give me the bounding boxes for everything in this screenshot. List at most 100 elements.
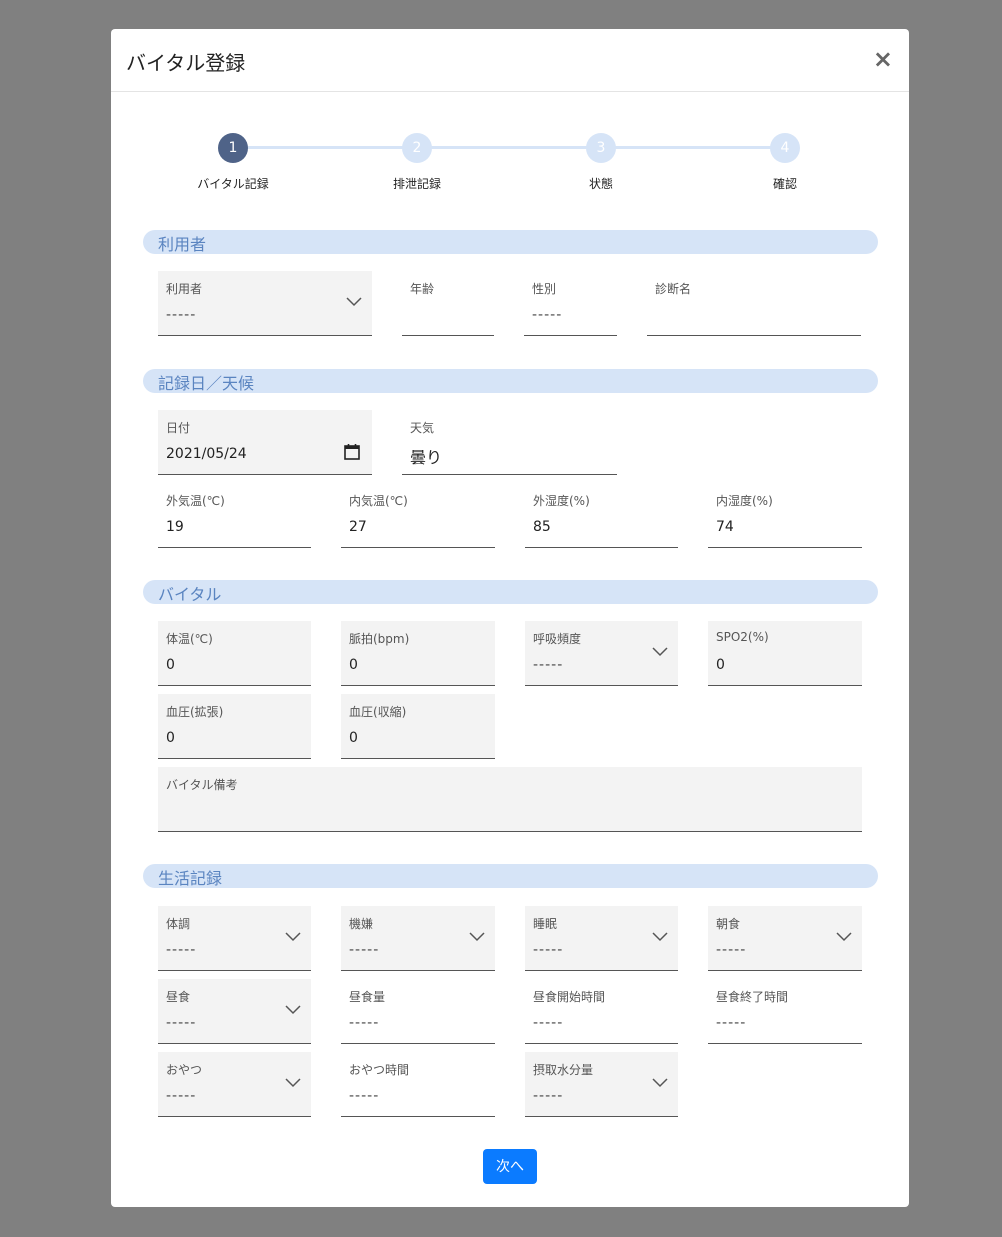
user-select[interactable]: 利用者 ----- xyxy=(158,271,372,336)
section-header-user: 利用者 xyxy=(143,230,878,254)
outside-humidity-input[interactable]: 外湿度(%) 85 xyxy=(525,483,678,548)
section-header-life: 生活記録 xyxy=(143,864,878,888)
section-title: 記録日／天候 xyxy=(158,374,255,393)
step-2[interactable]: 2 排泄記録 xyxy=(357,133,477,192)
field-value: ----- xyxy=(533,1088,564,1104)
field-label: 昼食量 xyxy=(349,990,386,1004)
snack-time-field[interactable]: おやつ時間 ----- xyxy=(341,1052,495,1117)
gender-field: 性別 ----- xyxy=(524,271,617,336)
vital-notes-textarea[interactable]: バイタル備考 xyxy=(158,767,862,832)
blood-pressure-systolic-input[interactable]: 血圧(収縮) 0 xyxy=(341,694,495,759)
section-title: 生活記録 xyxy=(158,869,223,888)
field-value: ----- xyxy=(532,307,563,323)
field-label: SPO2(%) xyxy=(716,630,769,644)
pulse-input[interactable]: 脈拍(bpm) 0 xyxy=(341,621,495,686)
field-label: 性別 xyxy=(532,282,557,296)
field-value: 0 xyxy=(349,657,358,673)
outside-temperature-input[interactable]: 外気温(℃) 19 xyxy=(158,483,311,548)
field-value: ----- xyxy=(533,1015,564,1031)
field-label: 摂取水分量 xyxy=(533,1063,594,1077)
weather-field[interactable]: 天気 曇り xyxy=(402,410,617,475)
field-label: バイタル備考 xyxy=(166,778,238,792)
field-label: 脈拍(bpm) xyxy=(349,632,410,646)
field-label: 体調 xyxy=(166,917,191,931)
step-label: 排泄記録 xyxy=(392,177,441,191)
step-4[interactable]: 4 確認 xyxy=(725,133,845,192)
field-label: 診断名 xyxy=(655,282,692,296)
field-label: 天気 xyxy=(410,421,435,435)
blood-pressure-diastolic-input[interactable]: 血圧(拡張) 0 xyxy=(158,694,311,759)
field-label: 血圧(収縮) xyxy=(349,705,407,719)
field-label: 外気温(℃) xyxy=(166,494,225,508)
chevron-down-icon xyxy=(285,1005,301,1015)
date-input[interactable]: 日付 2021/05/24 xyxy=(158,410,372,475)
stepper: 1 バイタル記録 2 排泄記録 3 状態 4 確認 xyxy=(111,133,909,203)
close-icon[interactable]: × xyxy=(873,47,893,71)
step-number: 2 xyxy=(402,133,432,163)
step-1[interactable]: 1 バイタル記録 xyxy=(173,133,293,192)
lunch-start-time-field[interactable]: 昼食開始時間 ----- xyxy=(525,979,678,1044)
field-value: ----- xyxy=(716,1015,747,1031)
field-label: 外湿度(%) xyxy=(533,494,590,508)
field-label: 内湿度(%) xyxy=(716,494,773,508)
respiration-rate-select[interactable]: 呼吸頻度 ----- xyxy=(525,621,678,686)
vital-registration-modal: バイタル登録 × 1 バイタル記録 2 排泄記録 3 状態 4 確認 利用者 利… xyxy=(111,29,909,1207)
step-number: 3 xyxy=(586,133,616,163)
chevron-down-icon xyxy=(469,932,485,942)
step-label: 状態 xyxy=(588,177,613,191)
field-label: おやつ時間 xyxy=(349,1063,410,1077)
field-value: ----- xyxy=(349,1088,380,1104)
field-value: ----- xyxy=(533,657,564,673)
lunch-end-time-field[interactable]: 昼食終了時間 ----- xyxy=(708,979,862,1044)
field-value: 0 xyxy=(349,730,358,746)
field-label: 日付 xyxy=(166,421,191,435)
step-number: 1 xyxy=(218,133,248,163)
chevron-down-icon xyxy=(652,932,668,942)
field-value: ----- xyxy=(716,942,747,958)
field-value: ----- xyxy=(166,1015,197,1031)
age-field: 年齢 xyxy=(402,271,494,336)
modal-title: バイタル登録 xyxy=(126,51,246,75)
field-value: 85 xyxy=(533,519,551,535)
field-label: 利用者 xyxy=(166,282,203,296)
field-label: 睡眠 xyxy=(533,917,558,931)
mood-select[interactable]: 機嫌 ----- xyxy=(341,906,495,971)
field-label: 体温(℃) xyxy=(166,632,213,646)
field-label: 内気温(℃) xyxy=(349,494,408,508)
field-value: ----- xyxy=(166,1088,197,1104)
field-value: ----- xyxy=(166,942,197,958)
section-header-record: 記録日／天候 xyxy=(143,369,878,393)
chevron-down-icon xyxy=(836,932,852,942)
snack-select[interactable]: おやつ ----- xyxy=(158,1052,311,1117)
sleep-select[interactable]: 睡眠 ----- xyxy=(525,906,678,971)
field-label: 血圧(拡張) xyxy=(166,705,224,719)
field-value: ----- xyxy=(533,942,564,958)
field-label: 昼食終了時間 xyxy=(716,990,789,1004)
field-label: おやつ xyxy=(166,1063,203,1077)
field-value: 27 xyxy=(349,519,367,535)
chevron-down-icon xyxy=(652,647,668,657)
diagnosis-field: 診断名 xyxy=(647,271,861,336)
inside-humidity-input[interactable]: 内湿度(%) 74 xyxy=(708,483,862,548)
field-label: 呼吸頻度 xyxy=(533,632,582,646)
body-temperature-input[interactable]: 体温(℃) 0 xyxy=(158,621,311,686)
chevron-down-icon xyxy=(346,297,362,307)
calendar-icon[interactable] xyxy=(344,444,360,460)
step-3[interactable]: 3 状態 xyxy=(541,133,661,192)
field-value: ----- xyxy=(166,307,197,323)
field-value: ----- xyxy=(349,942,380,958)
field-label: 昼食 xyxy=(166,990,191,1004)
lunch-select[interactable]: 昼食 ----- xyxy=(158,979,311,1044)
inside-temperature-input[interactable]: 内気温(℃) 27 xyxy=(341,483,495,548)
lunch-amount-field[interactable]: 昼食量 ----- xyxy=(341,979,495,1044)
field-label: 昼食開始時間 xyxy=(533,990,606,1004)
field-label: 年齢 xyxy=(410,282,435,296)
field-label: 機嫌 xyxy=(349,917,374,931)
condition-select[interactable]: 体調 ----- xyxy=(158,906,311,971)
chevron-down-icon xyxy=(652,1078,668,1088)
water-intake-select[interactable]: 摂取水分量 ----- xyxy=(525,1052,678,1117)
next-button[interactable]: 次へ xyxy=(483,1149,537,1184)
spo2-input[interactable]: SPO2(%) 0 xyxy=(708,621,862,686)
breakfast-select[interactable]: 朝食 ----- xyxy=(708,906,862,971)
section-title: 利用者 xyxy=(158,235,207,254)
